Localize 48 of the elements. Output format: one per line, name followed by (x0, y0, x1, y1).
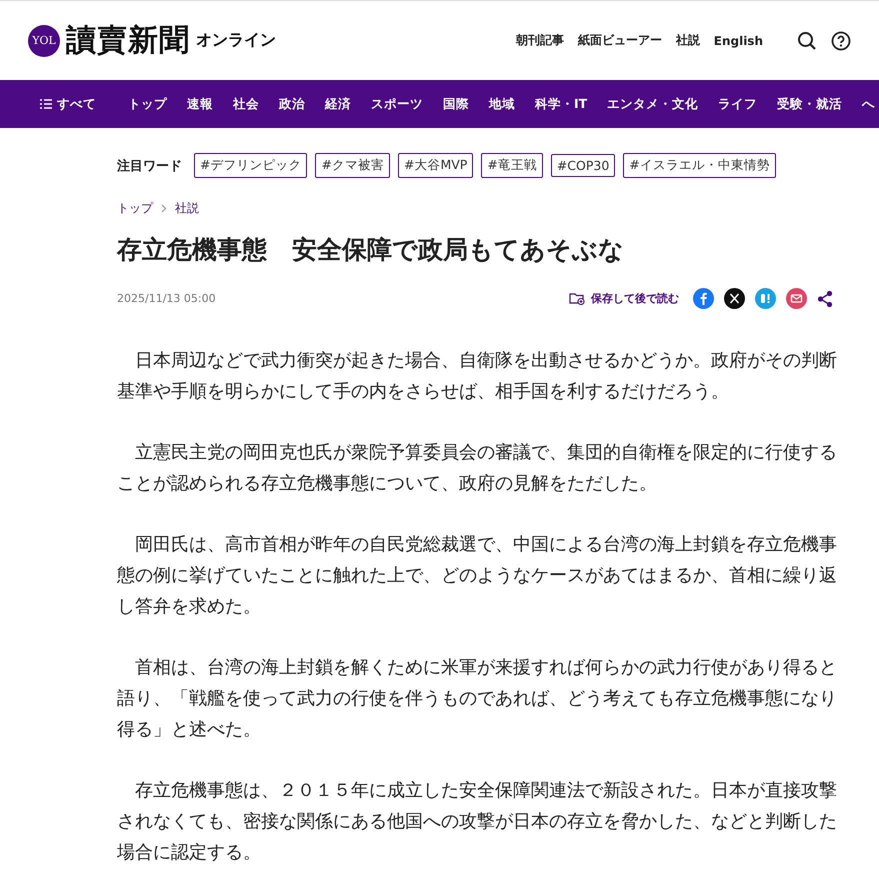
menu-icon (40, 99, 52, 109)
nav-item[interactable]: スポーツ (361, 96, 433, 112)
breadcrumb-link[interactable]: 社説 (175, 200, 199, 217)
keyword-tag[interactable]: #デフリンピック (194, 153, 308, 178)
share-icon[interactable] (817, 290, 833, 308)
nav-item[interactable]: トップ (118, 96, 177, 112)
keyword-tag[interactable]: #竜王戦 (481, 153, 543, 178)
nav-item[interactable]: 速報 (177, 96, 223, 112)
logo-title[interactable]: 讀賣新聞 (66, 20, 190, 61)
nav-item[interactable]: 経済 (315, 96, 361, 112)
facebook-icon[interactable] (693, 288, 714, 309)
nav-item[interactable]: 受験・就活 (767, 96, 852, 112)
help-icon[interactable] (831, 30, 851, 50)
logo-mark[interactable]: YOL (28, 24, 60, 56)
nav-item[interactable]: へ (852, 96, 879, 112)
keyword-tag[interactable]: #クマ被害 (315, 153, 390, 178)
article-paragraph: 立憲民主党の岡田克也氏が衆院予算委員会の審議で、集団的自衛権を限定的に行使することが認められる存立危機事態について、政府の見解をただした。 (117, 441, 837, 496)
nav-item[interactable]: 政治 (269, 96, 315, 112)
nav-item[interactable]: 科学・IT (525, 96, 598, 112)
keyword-tag[interactable]: #イスラエル・中東情勢 (623, 153, 776, 178)
bookmark-share-icon[interactable] (755, 288, 776, 309)
folder-plus-icon (569, 292, 585, 305)
article-paragraph: 首相は、台湾の海上封鎖を解くために米軍が来援すれば何らかの武力行使があり得ると語り、「戦艦を使って武力の行使を伴うものであれば、どう考えても存立危機事態になり得る」と述べた。 (117, 656, 837, 742)
nav-item[interactable]: ライフ (708, 96, 768, 112)
keyword-tag[interactable]: #COP30 (550, 154, 616, 177)
logo-subtitle: オンライン (196, 30, 276, 51)
keyword-tag[interactable]: #大谷MVP (398, 153, 474, 178)
chevron-icon (161, 204, 167, 213)
nav-item[interactable]: 国際 (433, 96, 479, 112)
header-link[interactable]: English (714, 34, 763, 48)
header-link[interactable]: 朝刊記事 (516, 32, 564, 49)
article-title: 存立危機事態 安全保障で政局もてあそぶな (117, 234, 625, 266)
article-paragraph: 日本周辺などで武力衝突が起きた場合、自衛隊を出動させるかどうか。政府がその判断基準や手順を明らかにして手の内をさらせば、相手国を利するだけだろう。 (117, 349, 837, 404)
keywords-label: 注目ワード (117, 158, 182, 174)
nav-item[interactable]: 地域 (479, 96, 525, 112)
nav-item[interactable]: エンタメ・文化 (597, 96, 708, 112)
article-paragraph: 岡田氏は、高市首相が昨年の自民党総裁選で、中国による台湾の海上封鎖を存立危機事態の例に挙げていたことに触れた上で、どのようなケースがあてはまるか、首相に繰り返し答弁を求めた。 (117, 533, 837, 619)
search-icon[interactable] (797, 30, 817, 50)
publish-date: 2025/11/13 05:00 (117, 292, 216, 305)
breadcrumb-link[interactable]: トップ (117, 200, 153, 217)
header-link[interactable]: 社説 (676, 32, 700, 49)
mail-icon[interactable] (786, 288, 807, 309)
all-menu-button[interactable]: すべて (30, 96, 106, 112)
nav-item[interactable]: 社会 (223, 96, 269, 112)
save-for-later-link[interactable]: 保存して後で読む (569, 291, 679, 306)
article-paragraph: 存立危機事態は、２０１５年に成立した安全保障関連法で新設された。日本が直接攻撃されなくても、密接な関係にある他国への攻撃が日本の存立を脅かした、などと判断した場合に認定する。 (117, 779, 837, 865)
header-link[interactable]: 紙面ビューアー (578, 32, 662, 49)
x-icon[interactable] (724, 288, 745, 309)
